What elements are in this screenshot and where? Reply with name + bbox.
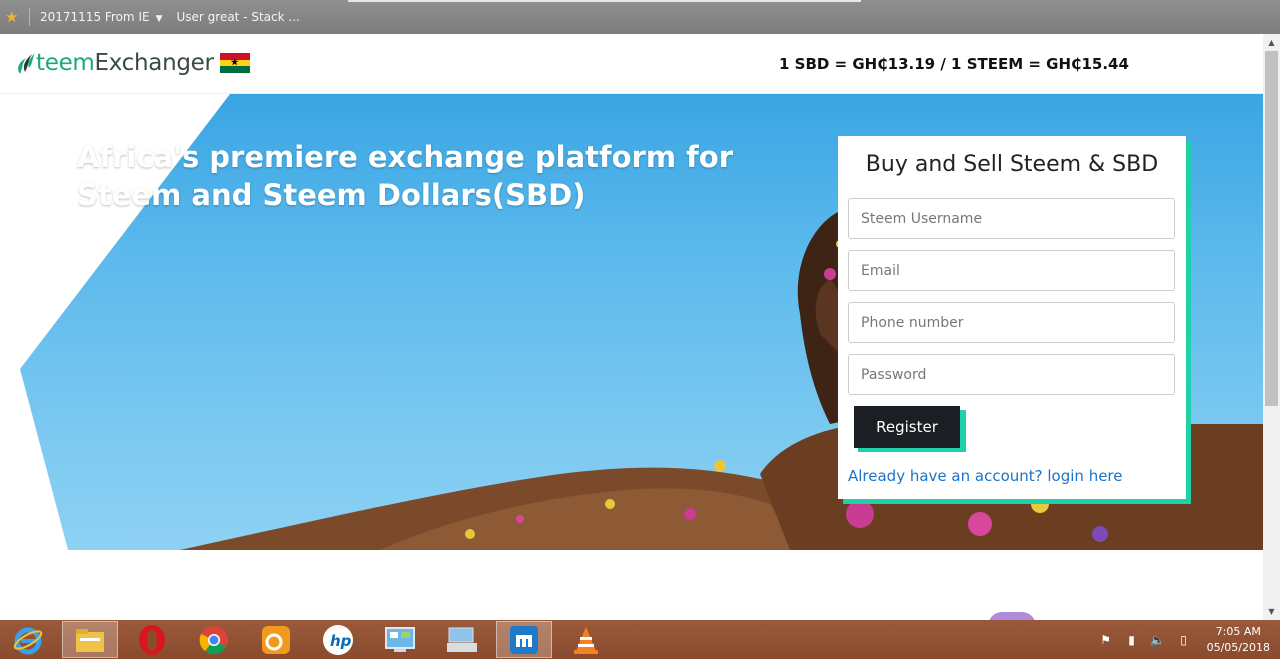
star-icon[interactable]: ★ — [5, 10, 19, 25]
volume-icon[interactable]: 🔈 — [1149, 633, 1167, 647]
taskbar-vlc[interactable] — [558, 621, 614, 658]
caret-down-icon: ▼ — [155, 14, 163, 24]
control-panel-icon — [385, 626, 415, 652]
steem-username-input[interactable] — [848, 198, 1175, 239]
steem-logo-icon — [18, 53, 35, 74]
chrome-icon — [199, 625, 228, 654]
ghana-flag-icon — [219, 53, 250, 74]
scroll-up-arrow-icon[interactable]: ▲ — [1263, 34, 1280, 51]
keyboard-icon — [447, 627, 477, 652]
taskbar-file-explorer[interactable] — [62, 621, 118, 658]
taskbar-hp[interactable]: hp — [310, 621, 366, 658]
taskbar-on-screen-keyboard[interactable] — [434, 621, 490, 658]
clock-time: 7:05 AM — [1215, 624, 1261, 638]
maxthon-icon — [510, 625, 538, 654]
site-logo[interactable]: teemExchanger — [14, 50, 250, 76]
phone-number-input[interactable] — [848, 302, 1175, 343]
windows-taskbar: hp ⚑ ▮ 🔈 ▯ 7:05 AM 05/05/2018 — [0, 620, 1280, 659]
site-header: teemExchanger 1 SBD = GH₵13.19 / 1 STEEM… — [0, 34, 1263, 94]
bookmark-folder-20171115[interactable]: 20171115 From IE ▼ — [40, 10, 162, 24]
taskbar-clock[interactable]: 7:05 AM 05/05/2018 — [1207, 624, 1270, 656]
taskbar-internet-explorer[interactable] — [0, 621, 56, 658]
tab-strip-edge — [348, 0, 861, 2]
action-center-flag-icon[interactable]: ⚑ — [1097, 633, 1115, 647]
bookmarks-bar: ★ 20171115 From IE ▼ User great - Stack .… — [0, 0, 1280, 34]
system-tray: ⚑ ▮ 🔈 ▯ 7:05 AM 05/05/2018 — [1097, 620, 1280, 659]
login-link[interactable]: Already have an account? login here — [848, 467, 1123, 485]
bookmark-stack[interactable]: User great - Stack ... — [176, 10, 299, 24]
logo-teem: teem — [36, 50, 95, 76]
register-button-wrapper: Register — [854, 406, 966, 452]
logo-exchanger: Exchanger — [94, 50, 214, 76]
clock-date: 05/05/2018 — [1206, 640, 1270, 654]
svg-text:hp: hp — [330, 632, 352, 650]
taskbar-opera[interactable] — [124, 621, 180, 658]
battery-icon[interactable]: ▯ — [1175, 633, 1193, 647]
register-card-title: Buy and Sell Steem & SBD — [865, 152, 1159, 177]
taskbar-uc-browser[interactable] — [248, 621, 304, 658]
scroll-down-arrow-icon[interactable]: ▼ — [1263, 603, 1280, 620]
network-signal-icon[interactable]: ▮ — [1123, 633, 1141, 647]
bookmarks-divider — [29, 8, 30, 26]
taskbar-chrome[interactable] — [186, 621, 242, 658]
hero-headline: Africa's premiere exchange platform for … — [77, 140, 733, 212]
scrollbar-thumb[interactable] — [1265, 51, 1278, 406]
email-input[interactable] — [848, 250, 1175, 291]
logo-wordmark: teemExchanger — [36, 50, 214, 76]
register-button[interactable]: Register — [854, 406, 960, 448]
uc-browser-icon — [262, 625, 290, 654]
bookmark-label: 20171115 From IE — [40, 10, 150, 24]
register-card: Buy and Sell Steem & SBD Register Alread… — [838, 136, 1186, 499]
hp-icon: hp — [323, 624, 353, 655]
folder-icon — [76, 628, 104, 652]
vlc-icon — [574, 626, 598, 654]
page-scrollbar[interactable]: ▲ ▼ — [1263, 34, 1280, 620]
password-input[interactable] — [848, 354, 1175, 395]
exchange-rates: 1 SBD = GH₵13.19 / 1 STEEM = GH₵15.44 — [779, 55, 1129, 73]
taskbar-control-panel[interactable] — [372, 621, 428, 658]
taskbar-maxthon[interactable] — [496, 621, 552, 658]
opera-icon — [139, 624, 165, 655]
internet-explorer-icon — [13, 627, 43, 654]
